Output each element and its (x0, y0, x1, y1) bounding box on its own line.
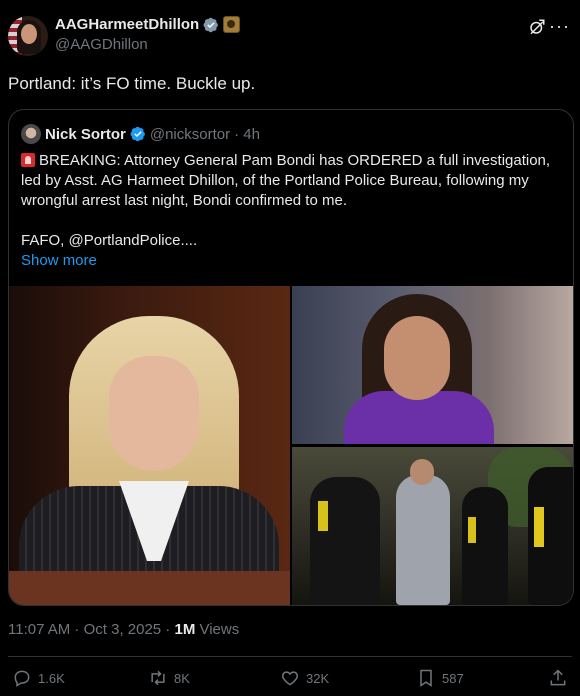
quoted-tweet-time[interactable]: · 4h (234, 126, 260, 143)
author-handle[interactable]: @AAGDhillon (55, 36, 240, 53)
action-bar: 1.6K 8K 32K 587 (8, 668, 572, 692)
divider (8, 656, 572, 657)
share-button[interactable] (548, 668, 568, 688)
quoted-paragraph-1-text: BREAKING: Attorney General Pam Bondi has… (21, 152, 551, 209)
author-display-name-row[interactable]: AAGHarmeetDhillon (55, 16, 241, 33)
tweet-header: AAGHarmeetDhillon @AAGDhillon ··· (8, 14, 572, 62)
repost-icon (151, 670, 165, 686)
reply-icon (14, 670, 30, 687)
quoted-author-avatar[interactable] (21, 124, 41, 144)
media-image-arrest-scene[interactable] (292, 447, 573, 605)
views-count: 1M (174, 621, 196, 638)
government-seal-icon (223, 16, 241, 33)
views-label: Views (195, 621, 240, 638)
bookmark-button[interactable]: 587 (416, 668, 464, 688)
bookmark-icon (420, 669, 432, 687)
show-more-link[interactable]: Show more (21, 251, 557, 271)
share-icon (550, 669, 566, 686)
tweet-timestamp[interactable]: 11:07 AM · Oct 3, 2025 · (8, 621, 174, 638)
tweet-text: Portland: it’s FO time. Buckle up. (8, 74, 256, 93)
reply-count: 1.6K (38, 670, 65, 686)
author-avatar[interactable] (8, 16, 48, 56)
quoted-media-grid (9, 286, 573, 605)
verified-badge-icon (130, 126, 145, 142)
grok-icon[interactable] (528, 18, 546, 36)
quoted-author-handle[interactable]: @nicksortor (150, 126, 230, 143)
verified-badge-icon (203, 17, 219, 32)
repost-button[interactable]: 8K (148, 668, 190, 688)
like-count: 32K (306, 670, 330, 686)
tweet-meta: 11:07 AM · Oct 3, 2025 · 1M Views (8, 621, 239, 638)
like-button[interactable]: 32K (280, 668, 329, 688)
author-names: AAGHarmeetDhillon @AAGDhillon (55, 16, 241, 53)
author-display-name[interactable]: AAGHarmeetDhillon (55, 16, 199, 33)
more-icon[interactable]: ··· (549, 16, 570, 37)
quoted-paragraph-2: FAFO, @PortlandPolice.... (21, 232, 198, 249)
quoted-paragraph-1: BREAKING: Attorney General Pam Bondi has… (21, 151, 557, 211)
media-image-portrait-left[interactable] (9, 286, 290, 605)
repost-count: 8K (174, 670, 190, 686)
media-image-portrait-right[interactable] (292, 286, 573, 444)
reply-button[interactable]: 1.6K (12, 668, 65, 688)
police-siren-icon (21, 153, 35, 167)
quoted-tweet[interactable]: Nick Sortor @nicksortor · 4h BREAKING: A… (8, 109, 574, 606)
heart-icon (282, 671, 298, 686)
quoted-tweet-body: BREAKING: Attorney General Pam Bondi has… (21, 151, 557, 271)
quoted-author-display-name[interactable]: Nick Sortor (45, 126, 126, 143)
bookmark-count: 587 (442, 670, 464, 686)
quoted-tweet-header: Nick Sortor @nicksortor · 4h (21, 124, 260, 144)
